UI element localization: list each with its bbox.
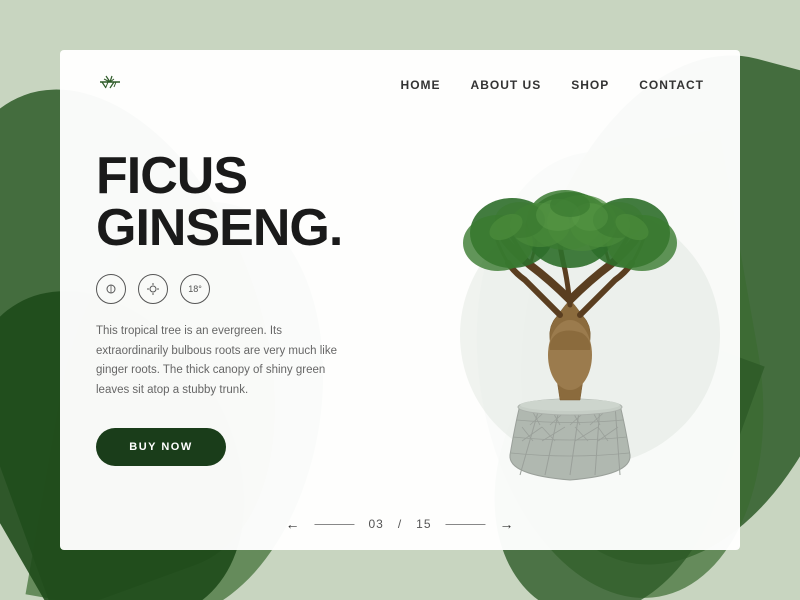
title-line1: FICUS — [96, 147, 247, 205]
buy-now-button[interactable]: BUY NOW — [96, 428, 226, 466]
pagination-line-right — [446, 524, 486, 525]
right-panel — [400, 120, 740, 550]
product-description: This tropical tree is an evergreen. Its … — [96, 322, 356, 400]
pagination-current: 03 — [368, 517, 383, 531]
plant-image — [430, 165, 710, 505]
plant-feature-icon — [96, 274, 126, 304]
logo[interactable] — [96, 72, 124, 98]
nav-about-us[interactable]: ABOUT US — [471, 78, 542, 92]
pagination-line-left — [314, 524, 354, 525]
nav-contact[interactable]: CONTACT — [639, 78, 704, 92]
pagination: ← 03 / 15 → — [285, 516, 514, 532]
next-arrow[interactable]: → — [500, 516, 515, 532]
nav-home[interactable]: HOME — [401, 78, 441, 92]
navigation: HOME ABOUT US SHOP CONTACT — [60, 50, 740, 120]
temp-feature-icon: 18° — [180, 274, 210, 304]
pagination-separator: / — [398, 517, 402, 531]
sun-feature-icon — [138, 274, 168, 304]
nav-shop[interactable]: SHOP — [571, 78, 609, 92]
left-panel: FICUS GINSENG. — [60, 120, 400, 550]
main-card: HOME ABOUT US SHOP CONTACT FICUS GINSENG… — [60, 50, 740, 550]
logo-icon — [96, 72, 124, 98]
nav-links: HOME ABOUT US SHOP CONTACT — [401, 78, 704, 92]
feature-icons-row: 18° — [96, 274, 364, 304]
product-title: FICUS GINSENG. — [96, 150, 364, 254]
prev-arrow[interactable]: ← — [285, 516, 300, 532]
pagination-total: 15 — [416, 517, 431, 531]
title-line2: GINSENG. — [96, 199, 342, 257]
content-area: FICUS GINSENG. — [60, 120, 740, 550]
